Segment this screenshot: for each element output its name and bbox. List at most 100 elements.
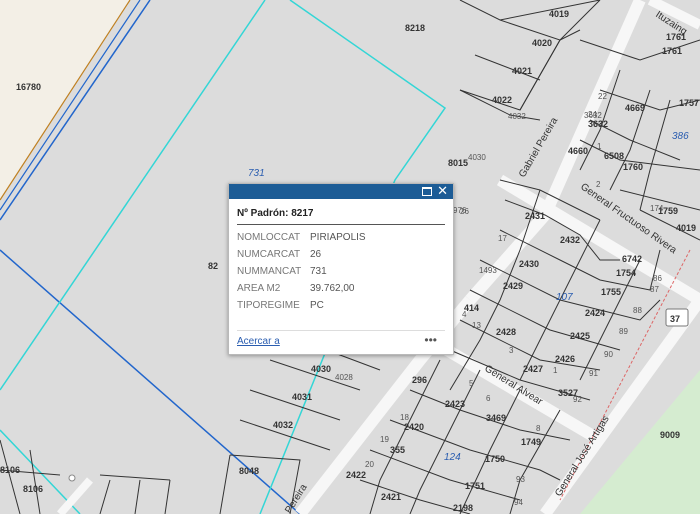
parcel-sub-label: 17 [498,234,507,243]
field-key: NUMMANCAT [237,266,302,277]
parcel-label: 296 [412,375,427,385]
parcel-sub-label: 22 [598,92,607,101]
parcel-label: 4660 [568,146,588,156]
parcel-label: 4028 [335,373,353,382]
parcel-label: 2198 [453,503,473,513]
parcel-label: 2430 [519,259,539,269]
parcel-label: 4030 [468,153,486,162]
table-row: NUMCARCAT 26 [237,247,366,264]
field-key: NUMCARCAT [237,249,301,260]
parcel-label: 9009 [660,430,680,440]
parcel-label: 2422 [346,470,366,480]
parcel-label: 4021 [512,66,532,76]
parcel-sub-label: 4 [462,310,467,319]
parcel-label: 2425 [570,331,590,341]
parcel-sub-label: 93 [516,475,525,484]
parcel-label: 4019 [549,9,569,19]
table-row: TIPOREGIME PC [237,298,366,315]
table-row: NOMLOCCAT PIRIAPOLIS [237,230,366,247]
parcel-label: 6742 [622,254,642,264]
parcel-label: 2426 [555,354,575,364]
table-row: NUMMANCAT 731 [237,264,366,281]
parcel-sub-label: 92 [573,395,582,404]
parcel-label: 2423 [445,399,465,409]
parcel-sub-label: 3 [509,346,514,355]
parcel-label: 2428 [496,327,516,337]
parcel-label: 4019 [676,223,696,233]
parcel-sub-label: 86 [653,274,662,283]
parcel-label: 1757 [679,98,699,108]
parcel-sub-label: 26 [460,207,469,216]
parcel-label: 4669 [625,103,645,113]
parcel-label: 8015 [448,158,468,168]
parcel-label: 1751 [465,481,485,491]
attributes-table: NOMLOCCAT PIRIAPOLIS NUMCARCAT 26 NUMMANCA… [237,230,366,315]
popup-title: Nº Padrón: 8217 [237,208,445,225]
parcel-label: 3469 [486,413,506,423]
field-value: 731 [310,266,327,277]
parcel-label: 1755 [601,287,621,297]
parcel-label: 2431 [525,211,545,221]
block-label: 386 [672,131,689,142]
parcel-sub-label: 89 [619,327,628,336]
parcel-sub-label: 94 [514,498,523,507]
field-key: TIPOREGIME [237,300,300,311]
block-label: 124 [444,452,461,463]
parcel-label: 4032 [508,112,526,121]
parcel-label: 2420 [404,422,424,432]
parcel-label: 8048 [239,466,259,476]
parcel-label: 4031 [292,392,312,402]
parcel-label: 3632 [588,119,608,129]
field-value: 26 [310,249,322,260]
more-options-icon[interactable]: ••• [424,333,437,347]
parcel-popup: ✕ Nº Padrón: 8217 NOMLOCCAT PIRIAPOLIS NU… [228,183,454,355]
parcel-label: 2427 [523,364,543,374]
field-value: PC [310,300,324,311]
parcel-label: 1750 [485,454,505,464]
parcel-label: 4022 [492,95,512,105]
zoom-to-link[interactable]: Acercar a [237,336,280,347]
parcel-label: 4032 [273,420,293,430]
parcel-sub-label: 1 [553,366,558,375]
parcel-sub-label: 19 [380,435,389,444]
parcel-label: 2432 [560,235,580,245]
field-value: PIRIAPOLIS [310,232,366,243]
parcel-label: 6508 [604,151,624,161]
parcel-sub-label: 20 [365,460,374,469]
parcel-label: 1760 [623,162,643,172]
field-key: NOMLOCCAT [237,232,301,243]
parcel-label: 2429 [503,281,523,291]
parcel-sub-label: 6 [486,394,491,403]
parcel-label: 2424 [585,308,605,318]
parcel-sub-label: 91 [589,369,598,378]
parcel-label: 355 [390,445,405,455]
parcel-label: 16780 [16,82,41,92]
field-key: AREA M2 [237,283,281,294]
block-label: 107 [556,292,573,303]
close-icon[interactable]: ✕ [437,184,448,199]
parcel-label: 2421 [381,492,401,502]
parcel-label: 4020 [532,38,552,48]
block-label: 37 [670,314,680,324]
parcel-label: 82 [208,261,218,271]
parcel-label: 8218 [405,23,425,33]
parcel-sub-label: 1493 [479,266,497,275]
parcel-sub-label: 8 [536,424,541,433]
parcel-label: 4030 [311,364,331,374]
parcel-sub-label: 13 [472,321,481,330]
parcel-sub-label: 87 [650,285,659,294]
parcel-sub-label: 88 [633,306,642,315]
field-value: 39.762,00 [310,283,355,294]
parcel-label: 1761 [662,46,682,56]
maximize-icon[interactable] [422,187,432,196]
block-label: 731 [248,168,265,179]
parcel-sub-label: 1 [597,142,602,151]
parcel-label: 1749 [521,437,541,447]
parcel-sub-label: 3632 [584,111,602,120]
parcel-sub-label: 2 [596,180,601,189]
parcel-label: 8106 [23,484,43,494]
table-row: AREA M2 39.762,00 [237,281,366,298]
parcel-label: 1754 [616,268,636,278]
parcel-sub-label: 174 [650,204,664,213]
parcel-sub-label: 18 [400,413,409,422]
